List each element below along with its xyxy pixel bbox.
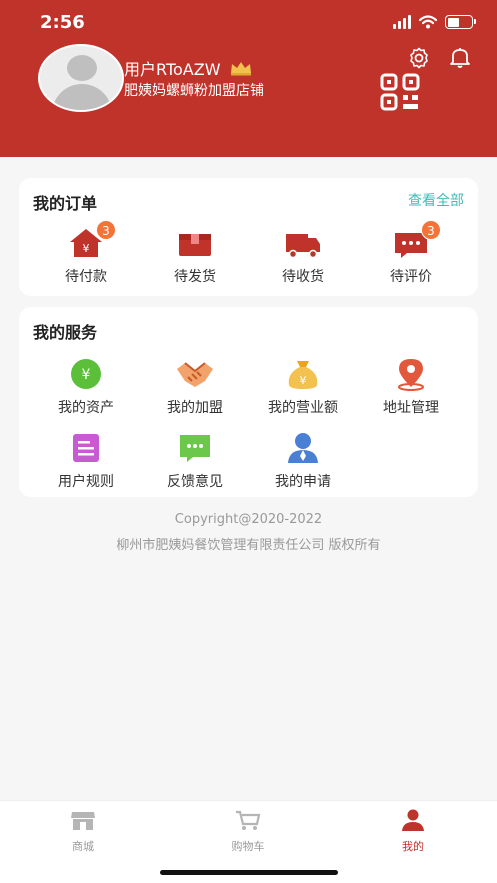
pending-receipt-icon bbox=[286, 234, 320, 259]
crown-icon bbox=[230, 62, 251, 76]
tab-label: 我的 bbox=[402, 840, 424, 853]
service-my-application[interactable]: 我的申请 bbox=[253, 431, 353, 491]
service-label: 我的申请 bbox=[275, 474, 331, 490]
view-all-orders-link[interactable]: 查看全部 bbox=[408, 190, 464, 210]
orders-title: 我的订单 bbox=[33, 194, 98, 213]
qr-code-icon[interactable] bbox=[380, 73, 420, 111]
store-name: 肥姨妈螺蛳粉加盟店铺 bbox=[124, 83, 264, 99]
copyright-text: Copyright@2020-2022 bbox=[174, 512, 323, 527]
profile-header: 2:56 用户RToAZW 肥姨妈螺蛳粉加盟店铺 bbox=[0, 0, 497, 157]
my-orders-card: 我的订单 查看全部 ¥ 3 待付款 待发货 待收货 3 待评价 bbox=[19, 178, 478, 296]
order-item-label: 待付款 bbox=[65, 269, 107, 285]
applicant-user-icon bbox=[288, 433, 318, 463]
bell-icon[interactable] bbox=[448, 45, 472, 69]
order-item-label: 待发货 bbox=[174, 269, 216, 285]
home-indicator bbox=[160, 870, 338, 875]
status-icons bbox=[393, 15, 476, 29]
service-my-assets[interactable]: ¥ 我的资产 bbox=[36, 357, 136, 417]
service-label: 我的加盟 bbox=[167, 400, 223, 416]
order-item-label: 待收货 bbox=[282, 269, 324, 285]
my-services-card: 我的服务 ¥ 我的资产 我的加盟 ¥ 我的营业额 地址管理 用户规则 反馈意见 … bbox=[19, 307, 478, 497]
service-label: 反馈意见 bbox=[167, 474, 223, 490]
order-item-pending-review[interactable]: 3 待评价 bbox=[361, 220, 461, 286]
username-row: 用户RToAZW bbox=[124, 56, 253, 80]
company-text: 柳州市肥姨妈餐饮管理有限责任公司 版权所有 bbox=[116, 538, 381, 553]
order-item-pending-receipt[interactable]: 待收货 bbox=[253, 226, 353, 286]
tab-label: 商城 bbox=[72, 840, 94, 853]
status-bar: 2:56 bbox=[0, 0, 497, 44]
svg-text:¥: ¥ bbox=[82, 367, 91, 383]
services-title: 我的服务 bbox=[33, 323, 98, 342]
status-time: 2:56 bbox=[40, 12, 85, 33]
service-label: 用户规则 bbox=[58, 474, 114, 490]
order-item-pending-shipment[interactable]: 待发货 bbox=[145, 226, 245, 286]
tab-label: 购物车 bbox=[231, 840, 265, 853]
avatar[interactable] bbox=[38, 44, 124, 112]
tab-cart[interactable]: 购物车 bbox=[208, 809, 288, 854]
cellular-signal-icon bbox=[393, 15, 411, 29]
pending-shipment-icon bbox=[179, 234, 211, 256]
service-my-franchise[interactable]: 我的加盟 bbox=[145, 357, 245, 417]
tab-store[interactable]: 商城 bbox=[43, 809, 123, 854]
battery-icon bbox=[445, 15, 476, 29]
rules-doc-icon bbox=[73, 434, 99, 462]
gear-icon[interactable] bbox=[407, 46, 431, 70]
order-item-label: 待评价 bbox=[390, 269, 432, 285]
service-label: 我的营业额 bbox=[268, 400, 338, 416]
store-icon bbox=[71, 812, 95, 830]
service-user-rules[interactable]: 用户规则 bbox=[36, 431, 136, 491]
wifi-icon bbox=[419, 15, 437, 29]
pending-review-badge: 3 bbox=[421, 220, 441, 240]
svg-text:¥: ¥ bbox=[83, 242, 90, 255]
order-item-pending-payment[interactable]: ¥ 3 待付款 bbox=[36, 220, 136, 286]
feedback-chat-icon bbox=[180, 435, 210, 462]
assets-icon: ¥ bbox=[71, 359, 101, 389]
pending-payment-badge: 3 bbox=[96, 220, 116, 240]
service-label: 地址管理 bbox=[383, 400, 439, 416]
profile-icon bbox=[402, 809, 424, 831]
tab-profile[interactable]: 我的 bbox=[373, 809, 453, 854]
svg-text:¥: ¥ bbox=[300, 374, 307, 387]
handshake-icon bbox=[177, 362, 213, 387]
money-bag-icon: ¥ bbox=[288, 361, 318, 389]
cart-icon bbox=[236, 810, 261, 830]
service-label: 我的资产 bbox=[58, 400, 114, 416]
service-address-management[interactable]: 地址管理 bbox=[361, 357, 461, 417]
location-pin-icon bbox=[398, 359, 424, 391]
username: 用户RToAZW bbox=[124, 60, 221, 79]
service-feedback[interactable]: 反馈意见 bbox=[145, 431, 245, 491]
service-my-turnover[interactable]: ¥ 我的营业额 bbox=[253, 357, 353, 417]
